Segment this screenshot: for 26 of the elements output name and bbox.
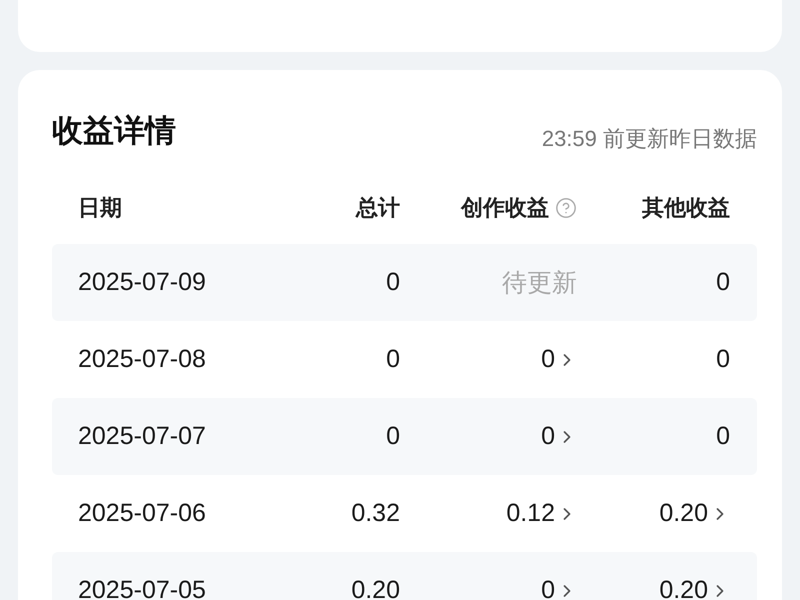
table-cell: 0 [716, 268, 730, 297]
table-cell: 0 [386, 422, 400, 451]
table-cell: 0.20 [659, 576, 708, 600]
column-header: 创作收益 [461, 194, 549, 222]
table-cell: 0 [386, 345, 400, 374]
table-cell: 2025-07-08 [78, 345, 206, 374]
table-cell: 2025-07-09 [78, 268, 206, 297]
table-cell-text: 待更新 [502, 268, 577, 299]
column-header: 总计 [356, 194, 400, 222]
table-cell: 0.12 [506, 499, 555, 528]
table-cell: 0 [541, 576, 555, 600]
table-cell: 0 [386, 268, 400, 297]
column-header: 其他收益 [642, 194, 730, 222]
section-title: 收益详情 [52, 112, 176, 150]
table-cell: 0.20 [351, 576, 400, 600]
update-note: 23:59 前更新昨日数据 [542, 125, 757, 153]
table-cell: 2025-07-07 [78, 422, 206, 451]
table-cell: 0.20 [659, 499, 708, 528]
table-cell: 0 [541, 422, 555, 451]
table-cell: 2025-07-06 [78, 499, 206, 528]
table-cell: 0 [541, 345, 555, 374]
table-cell: 0 [716, 345, 730, 374]
table-cell: 0.32 [351, 499, 400, 528]
column-header: 日期 [78, 194, 122, 222]
table-cell: 2025-07-05 [78, 576, 206, 600]
table-cell: 0 [716, 422, 730, 451]
